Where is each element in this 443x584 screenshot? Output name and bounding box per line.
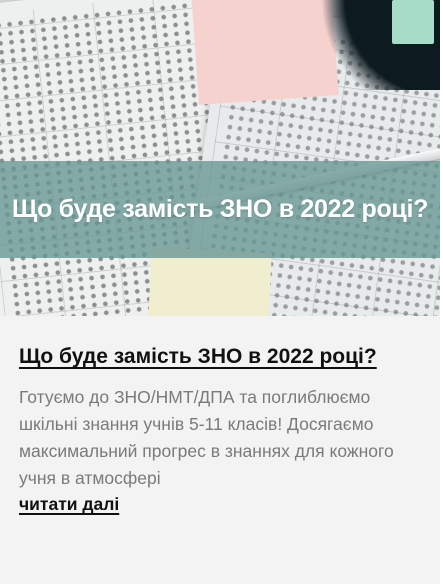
read-more-link[interactable]: читати далі [19, 494, 119, 515]
thumbnail-caption: Що буде замість ЗНО в 2022 році? [11, 195, 429, 223]
post-excerpt: Готуємо до ЗНО/НМТ/ДПА та поглиблюємо шк… [19, 387, 394, 488]
mint-object-image [392, 0, 434, 44]
post-thumbnail[interactable]: Що буде замість ЗНО в 2022 році? [0, 0, 440, 316]
post-title-link[interactable]: Що буде замість ЗНО в 2022 році? [19, 345, 377, 369]
thumbnail-caption-banner: Що буде замість ЗНО в 2022 році? [0, 161, 440, 258]
post-card: Що буде замість ЗНО в 2022 році? Що буде… [0, 0, 440, 584]
